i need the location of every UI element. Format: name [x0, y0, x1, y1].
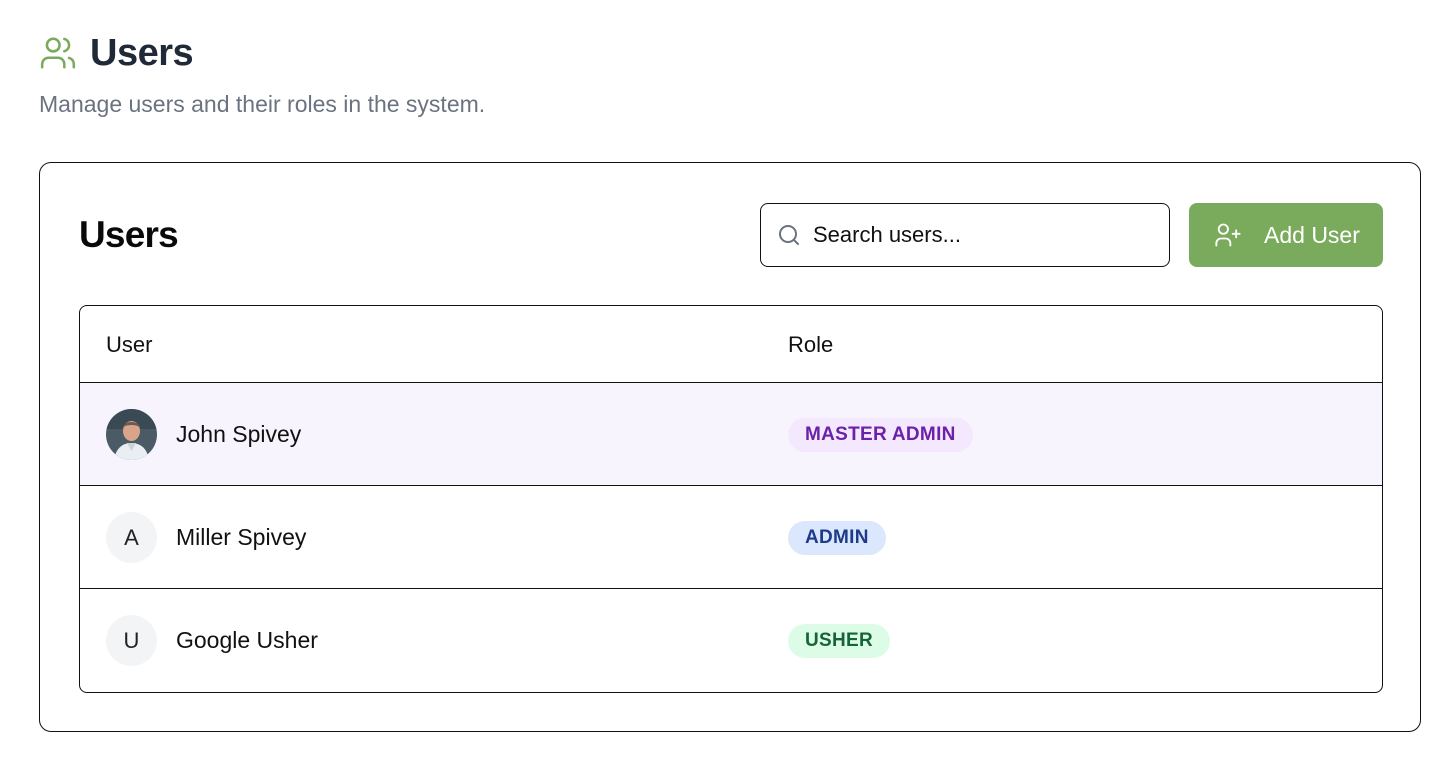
column-header-role: Role	[788, 332, 834, 357]
role-badge: USHER	[788, 624, 891, 658]
table-row[interactable]: A Miller Spivey ADMIN	[80, 486, 1382, 589]
user-name: John Spivey	[176, 421, 302, 447]
title-row: Users	[39, 30, 485, 76]
users-icon	[39, 34, 77, 72]
page-subtitle: Manage users and their roles in the syst…	[39, 91, 486, 117]
avatar: U	[106, 615, 157, 666]
avatar: A	[106, 512, 157, 563]
users-card: Users Search users... Add User User Role…	[39, 162, 1421, 732]
table-row[interactable]: U Google Usher USHER	[80, 589, 1382, 692]
table-row[interactable]: John Spivey MASTER ADMIN	[80, 383, 1382, 486]
page-title: Users	[90, 32, 194, 74]
user-name: Google Usher	[176, 627, 318, 653]
add-user-button[interactable]: Add User	[1189, 203, 1383, 267]
avatar	[106, 409, 157, 460]
users-table: User Role John Spivey MASTER ADMIN A Mil…	[79, 305, 1383, 693]
avatar-photo	[106, 409, 157, 460]
column-header-user: User	[106, 332, 153, 357]
user-plus-icon	[1214, 221, 1242, 249]
user-name: Miller Spivey	[176, 524, 307, 550]
search-input[interactable]: Search users...	[760, 203, 1170, 267]
role-badge: MASTER ADMIN	[788, 418, 973, 452]
card-title: Users	[79, 214, 179, 255]
search-text: Search users...	[813, 222, 961, 247]
add-user-label: Add User	[1264, 221, 1360, 248]
page-header: Users Manage users and their roles in th…	[39, 30, 485, 118]
users-page: Users Manage users and their roles in th…	[0, 0, 1454, 758]
table-header: User Role	[80, 306, 1382, 383]
search-icon	[777, 223, 801, 247]
role-badge: ADMIN	[788, 521, 886, 555]
